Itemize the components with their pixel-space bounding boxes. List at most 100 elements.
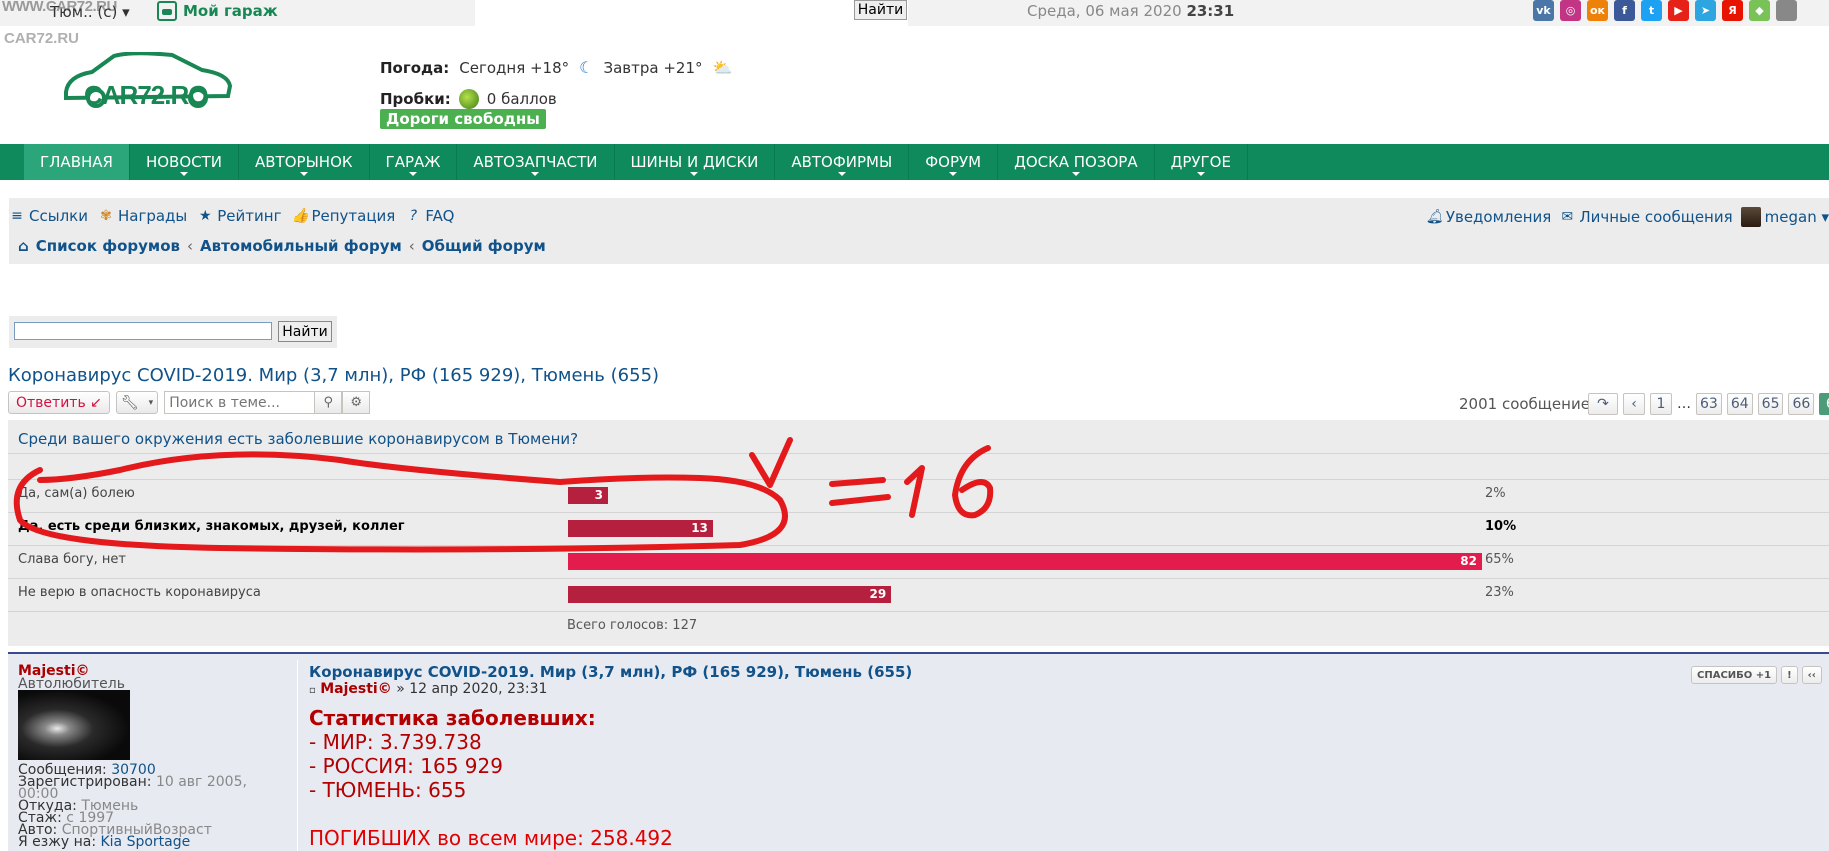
search-icon[interactable]: ⚲: [314, 391, 343, 414]
breadcrumb-auto-forum[interactable]: Автомобильный форум: [200, 237, 402, 255]
prev-page-icon[interactable]: ‹: [1623, 393, 1645, 415]
site-search-button[interactable]: Найти: [854, 0, 907, 20]
weather-tomorrow: Завтра +21°: [603, 58, 703, 77]
quote-button[interactable]: ‹‹: [1801, 666, 1822, 684]
nav-item-1[interactable]: ГЛАВНАЯ: [24, 144, 130, 180]
breadcrumb-general-forum[interactable]: Общий форум: [422, 237, 546, 255]
topic-tools-button[interactable]: 🔧︎ ▾: [115, 391, 159, 414]
apple-icon[interactable]: [1776, 0, 1797, 21]
yandex-icon[interactable]: Я: [1722, 0, 1743, 21]
profile-field: Я езжу на: Kia Sportage: [18, 834, 190, 850]
poll-total-votes: Всего голосов: 127: [567, 618, 698, 633]
quick-link-rating[interactable]: ★ Рейтинг: [197, 207, 281, 225]
chevron-down-icon: [299, 172, 308, 176]
poll-option-label: Не верю в опасность коронавируса: [18, 585, 261, 600]
quick-link-reputation[interactable]: 👍 Репутация: [291, 207, 395, 225]
facebook-icon[interactable]: f: [1614, 0, 1635, 21]
instagram-icon[interactable]: ◎: [1560, 0, 1581, 21]
profile-field-value[interactable]: Kia Sportage: [100, 834, 190, 850]
breadcrumb-separator: ‹: [187, 237, 193, 255]
page-link[interactable]: 63: [1696, 393, 1722, 415]
notifications-link[interactable]: 🔔︎ Уведомления: [1426, 207, 1551, 227]
poll-option-bar: 29: [568, 586, 892, 603]
chevron-down-icon: ▾: [148, 397, 154, 408]
post-body: Статистика заболевших: - МИР: 3.739.738 …: [309, 706, 673, 850]
garage-icon: [157, 1, 177, 21]
main-nav: ГЛАВНАЯ НОВОСТИ АВТОРЫНОК ГАРАЖ АВТОЗАПЧАСТИ…: [0, 144, 1829, 180]
profile-field-label: Я езжу на:: [18, 834, 101, 850]
breadcrumb-separator: ‹: [408, 237, 415, 255]
profile-field-value: 10 авг 2005,: [155, 774, 247, 790]
telegram-icon[interactable]: ➤: [1695, 0, 1716, 21]
nav-item-2[interactable]: НОВОСТИ: [130, 144, 239, 180]
forum-search-input[interactable]: [14, 322, 272, 340]
poll-divider: [8, 578, 1829, 579]
my-garage-link[interactable]: Мой гараж: [157, 1, 278, 21]
pagination-ellipsis: …: [1677, 396, 1691, 412]
chevron-down-icon: [408, 172, 417, 176]
nav-item-4[interactable]: ГАРАЖ: [370, 144, 458, 180]
poll-divider: [8, 479, 1829, 480]
city-selector[interactable]: Тюм.. (c) ▾: [50, 3, 130, 21]
twitter-icon[interactable]: t: [1641, 0, 1662, 21]
forum-search-button[interactable]: Найти: [278, 321, 332, 342]
topic-title[interactable]: Коронавирус COVID-2019. Мир (3,7 млн), Р…: [8, 365, 659, 386]
home-icon: ⌂: [18, 237, 29, 255]
odnoklassniki-icon[interactable]: ок: [1587, 0, 1608, 21]
quick-link-faq[interactable]: ? FAQ: [405, 207, 455, 225]
page-link[interactable]: 6: [1819, 393, 1829, 415]
post-body-deaths: ПОГИБШИХ во всем мире: 258.492: [309, 826, 673, 850]
nav-item-7[interactable]: АВТОФИРМЫ: [775, 144, 910, 180]
topic-search-input[interactable]: [164, 391, 315, 414]
nav-item-6[interactable]: ШИНЫ И ДИСКИ: [615, 144, 776, 180]
breadcrumb-forums[interactable]: Список форумов: [36, 237, 180, 255]
poll-option-percent: 65%: [1485, 552, 1514, 567]
quick-link-label: Репутация: [311, 207, 396, 225]
gear-icon[interactable]: ⚙: [342, 391, 371, 414]
page-link[interactable]: 65: [1757, 393, 1784, 415]
android-icon[interactable]: ◆: [1749, 0, 1770, 21]
poll-divider: [8, 453, 1829, 454]
page-link[interactable]: 64: [1726, 393, 1753, 415]
user-links: 🔔︎ Уведомления ✉ Личные сообщения megan ▾: [1426, 207, 1829, 227]
bell-icon: 🔔︎: [1425, 209, 1444, 225]
quick-link-links[interactable]: ≡ Ссылки: [9, 207, 88, 225]
partly-cloudy-icon: ⛅: [712, 58, 733, 77]
reply-button[interactable]: Ответить ↙: [8, 391, 110, 414]
jump-to-page-icon[interactable]: ↷: [1588, 393, 1618, 415]
quick-link-label: FAQ: [425, 207, 455, 225]
thanks-button[interactable]: СПАСИБО +1: [1691, 666, 1778, 684]
traffic-label: Пробки:: [380, 90, 451, 108]
youtube-icon[interactable]: ▶: [1668, 0, 1689, 21]
post-meta-author[interactable]: Majesti©: [320, 681, 392, 697]
user-menu[interactable]: megan ▾: [1740, 207, 1829, 227]
private-messages-link[interactable]: ✉ Личные сообщения: [1559, 207, 1732, 227]
post-body-tyumen: - ТЮМЕНЬ: 655: [309, 778, 467, 802]
page-link[interactable]: 1: [1650, 393, 1672, 415]
current-datetime: Среда, 06 мая 2020 23:31: [1027, 2, 1234, 20]
nav-item-10[interactable]: ДРУГОЕ: [1155, 144, 1248, 180]
topic-search: ⚲ ⚙: [164, 391, 371, 414]
site-search-input[interactable]: [475, 0, 908, 26]
poll-divider: [8, 512, 1829, 513]
post-title[interactable]: Коронавирус COVID-2019. Мир (3,7 млн), Р…: [309, 663, 912, 681]
page-link[interactable]: 66: [1788, 393, 1815, 415]
avatar: [1740, 207, 1761, 227]
nav-item-8[interactable]: ФОРУМ: [909, 144, 999, 180]
nav-item-3[interactable]: АВТОРЫНОК: [239, 144, 370, 180]
poll-option-bar: 3: [568, 487, 608, 504]
moon-icon: ☾: [579, 58, 594, 77]
weather-today: Сегодня +18°: [459, 58, 570, 77]
roads-status-badge: Дороги свободны: [380, 109, 546, 129]
report-button[interactable]: !: [1781, 666, 1798, 684]
post-meta: ▫ Majesti© » 12 апр 2020, 23:31: [309, 681, 547, 697]
quick-links: ≡ Ссылки ✾ Награды ★ Рейтинг 👍 Репутация ? FA…: [9, 207, 454, 225]
chevron-down-icon: [1196, 172, 1205, 176]
vk-icon[interactable]: vk: [1533, 0, 1554, 21]
poll-option-label: Слава богу, нет: [18, 552, 126, 567]
nav-item-5[interactable]: АВТОЗАПЧАСТИ: [457, 144, 615, 180]
weather-widget: Погода: Сегодня +18° ☾ Завтра +21° ⛅: [380, 58, 732, 77]
poll-divider: [8, 611, 1829, 612]
quick-link-awards[interactable]: ✾ Награды: [98, 207, 187, 225]
nav-item-9[interactable]: ДОСКА ПОЗОРА: [998, 144, 1155, 180]
